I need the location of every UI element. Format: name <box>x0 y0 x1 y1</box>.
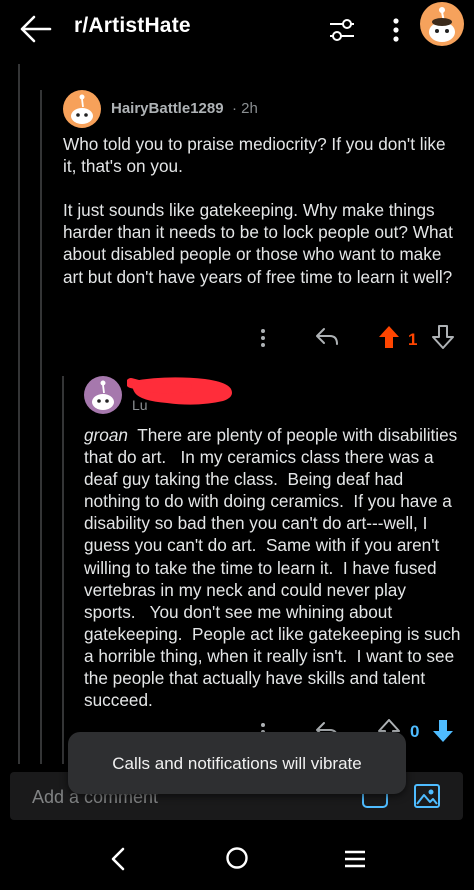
nav-home-icon[interactable] <box>224 845 250 871</box>
upvote-icon[interactable] <box>378 325 400 349</box>
sort-filter-icon[interactable] <box>326 14 358 46</box>
redaction-mark <box>126 373 237 411</box>
image-icon[interactable] <box>413 783 441 809</box>
downvote-icon[interactable] <box>432 325 454 349</box>
reply-icon[interactable] <box>314 326 340 348</box>
thread-line[interactable] <box>18 64 20 764</box>
commenter-avatar[interactable] <box>63 90 101 128</box>
comment-body: groan There are plenty of people with di… <box>84 424 462 711</box>
comment-timestamp: · 2h <box>232 100 258 117</box>
downvote-icon[interactable] <box>432 719 454 743</box>
nav-back-icon[interactable] <box>106 846 130 872</box>
commenter-avatar[interactable] <box>84 376 122 414</box>
more-vertical-icon[interactable] <box>384 14 408 46</box>
toast-message: Calls and notifications will vibrate <box>112 754 362 773</box>
comment-body-text: There are plenty of people with disabili… <box>84 425 466 711</box>
vote-score: 1 <box>408 330 418 349</box>
vote-score: 0 <box>410 722 420 741</box>
emphasis-text: groan <box>84 425 128 445</box>
comment-body: Who told you to praise mediocrity? If yo… <box>63 134 453 287</box>
user-avatar[interactable] <box>420 2 464 46</box>
back-arrow-icon[interactable] <box>18 12 54 46</box>
thread-line[interactable] <box>40 90 42 764</box>
subreddit-title[interactable]: r/ArtistHate <box>74 14 191 38</box>
more-options-icon[interactable] <box>256 327 270 349</box>
comment-author[interactable]: HairyBattle1289 <box>111 100 224 117</box>
thread-line[interactable] <box>62 376 64 764</box>
nav-recents-icon[interactable] <box>343 849 367 869</box>
